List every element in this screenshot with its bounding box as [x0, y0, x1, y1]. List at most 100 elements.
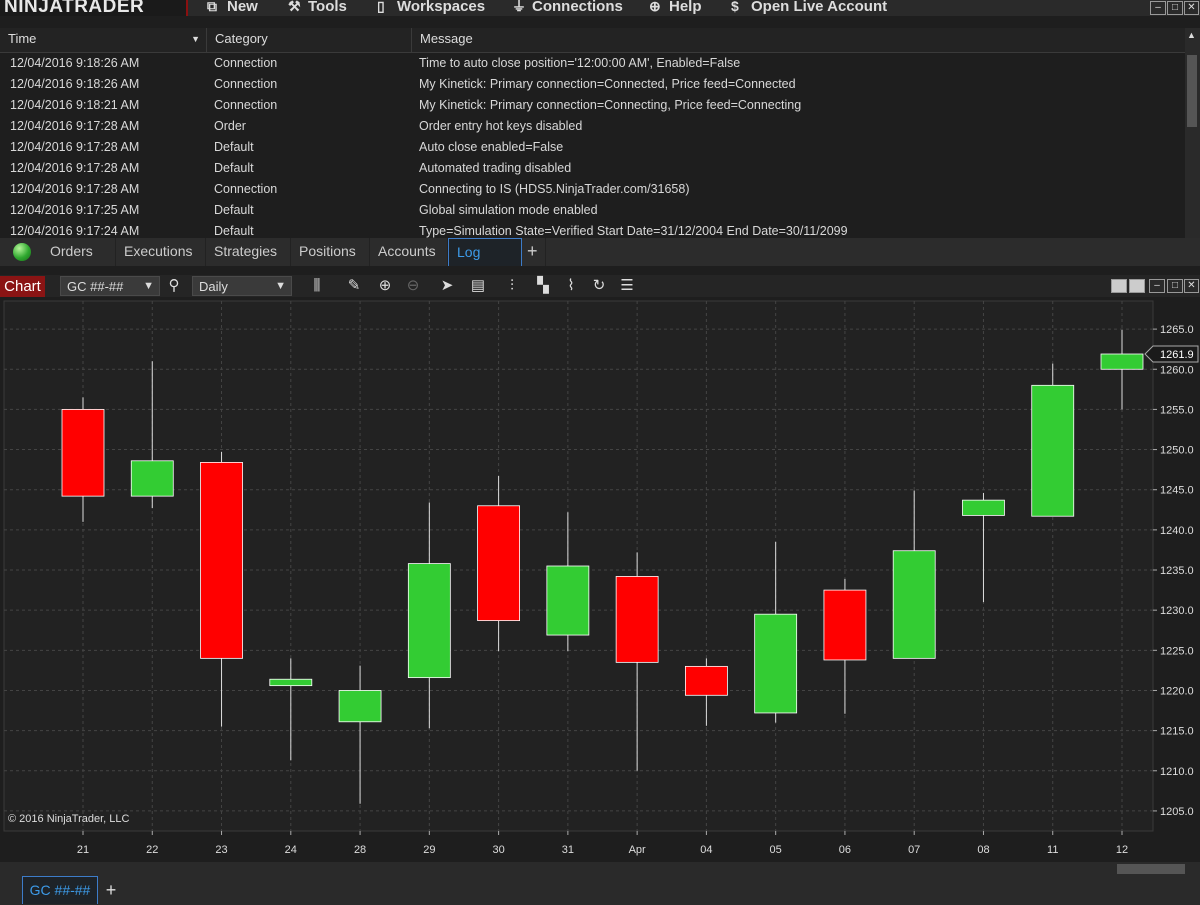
candle-body: [685, 665, 728, 696]
refresh-icon[interactable]: ↻: [590, 277, 608, 295]
chart-maximize-button[interactable]: □: [1167, 279, 1183, 293]
log-message: Auto close enabled=False: [419, 140, 564, 154]
log-category: Connection: [214, 182, 278, 196]
ninjatrader-logo: NINJATRADER: [0, 0, 188, 16]
chart-scroll-thumb[interactable]: [1117, 864, 1185, 874]
zoom-in-icon[interactable]: ⊕: [376, 277, 394, 295]
log-row[interactable]: 12/04/2016 9:17:28 AM Default Automated tr…: [0, 158, 1185, 179]
interval-selector[interactable]: Daily ▼: [192, 276, 292, 296]
tab-positions[interactable]: Positions: [291, 238, 370, 266]
log-row[interactable]: 12/04/2016 9:17:25 AM Default Global simul…: [0, 200, 1185, 221]
scroll-up-icon[interactable]: ▲: [1187, 30, 1197, 40]
y-tick-label: 1265.0: [1160, 324, 1194, 336]
menu-workspaces[interactable]: ▯ Workspaces: [377, 0, 485, 16]
indicators-icon[interactable]: ⫶: [503, 277, 521, 295]
x-tick-label: 24: [285, 844, 297, 856]
x-tick-label: 12: [1116, 844, 1128, 856]
data-box-icon[interactable]: ▤: [469, 277, 487, 295]
log-time: 12/04/2016 9:17:24 AM: [10, 224, 140, 238]
log-row[interactable]: 12/04/2016 9:17:28 AM Default Auto close e…: [0, 137, 1185, 158]
log-time: 12/04/2016 9:17:28 AM: [10, 161, 140, 175]
x-tick-label: 21: [77, 844, 89, 856]
copyright-text: © 2016 NinjaTrader, LLC: [8, 813, 129, 825]
chart-layout-button[interactable]: [1111, 279, 1127, 293]
tab-executions[interactable]: Executions: [116, 238, 206, 266]
menu-new[interactable]: ⧉ New: [207, 0, 258, 16]
chart-style-icon[interactable]: ⫼: [308, 277, 326, 295]
log-time: 12/04/2016 9:18:26 AM: [10, 56, 140, 70]
y-tick-label: 1205.0: [1160, 806, 1194, 818]
log-message: Global simulation mode enabled: [419, 203, 598, 217]
log-category: Connection: [214, 77, 278, 91]
strategies-icon[interactable]: ⌇: [562, 277, 580, 295]
properties-list-icon[interactable]: ☰: [618, 277, 636, 295]
y-tick-label: 1230.0: [1160, 605, 1194, 617]
log-row[interactable]: 12/04/2016 9:18:26 AM Connection Time to a…: [0, 53, 1185, 74]
y-tick-label: 1225.0: [1160, 645, 1194, 657]
x-tick-label: 05: [770, 844, 782, 856]
column-header-time[interactable]: Time ▼: [0, 28, 207, 52]
y-tick-label: 1215.0: [1160, 726, 1194, 738]
log-category: Order: [214, 119, 246, 133]
log-row[interactable]: 12/04/2016 9:18:21 AM Connection My Kineti…: [0, 95, 1185, 116]
candle[interactable]: [1031, 363, 1075, 517]
log-category: Default: [214, 161, 254, 175]
current-price-marker: 1261.9: [1144, 345, 1199, 363]
log-row[interactable]: 12/04/2016 9:17:24 AM Default Type=Simulat…: [0, 221, 1185, 238]
x-tick-label: 06: [839, 844, 851, 856]
log-time: 12/04/2016 9:17:28 AM: [10, 140, 140, 154]
menu-open-live-account[interactable]: $ Open Live Account: [731, 0, 887, 16]
log-grid: Time ▼ Category Message 12/04/2016 9:18:2…: [0, 28, 1185, 238]
log-message: Time to auto close position='12:00:00 AM…: [419, 56, 741, 70]
help-icon: ⊕: [649, 0, 661, 14]
templates-icon[interactable]: ▚: [534, 277, 552, 295]
add-chart-tab-button[interactable]: +: [100, 876, 122, 904]
chart-horizontal-scrollbar[interactable]: [0, 862, 1200, 876]
candle-body: [754, 613, 798, 714]
x-tick-label: 30: [492, 844, 504, 856]
chart-minimize-button[interactable]: –: [1149, 279, 1165, 293]
chart-close-button[interactable]: ✕: [1184, 279, 1199, 293]
log-row[interactable]: 12/04/2016 9:17:28 AM Order Order entry ho…: [0, 116, 1185, 137]
log-header: Time ▼ Category Message: [0, 28, 1185, 53]
column-header-message[interactable]: Message: [412, 28, 1185, 52]
log-scroll-thumb[interactable]: [1187, 55, 1197, 127]
plug-icon: ⏚: [512, 0, 526, 14]
maximize-button[interactable]: □: [1167, 1, 1183, 15]
minimize-button[interactable]: –: [1150, 1, 1166, 15]
menu-connections[interactable]: ⏚ Connections: [512, 0, 623, 16]
tab-accounts[interactable]: Accounts: [370, 238, 448, 266]
x-tick-label: Apr: [629, 844, 646, 856]
zoom-out-icon[interactable]: ⊖: [404, 277, 422, 295]
tab-log[interactable]: Log: [448, 238, 522, 266]
draw-pencil-icon[interactable]: ✎: [345, 277, 363, 295]
add-tab-button[interactable]: +: [522, 238, 546, 266]
x-tick-label: 29: [423, 844, 435, 856]
column-header-category[interactable]: Category: [207, 28, 412, 52]
log-row[interactable]: 12/04/2016 9:17:28 AM Connection Connectin…: [0, 179, 1185, 200]
tab-chart-instrument[interactable]: GC ##-##: [22, 876, 98, 904]
close-button[interactable]: ✕: [1184, 1, 1199, 15]
workspace-icon: ▯: [377, 0, 385, 14]
candlestick-chart[interactable]: 1205.0 1210.0 1215.0 1220.0 1225.0 1230.0 1235…: [0, 297, 1200, 862]
log-row[interactable]: 12/04/2016 9:18:26 AM Connection My Kineti…: [0, 74, 1185, 95]
log-category: Default: [214, 203, 254, 217]
log-time: 12/04/2016 9:17:25 AM: [10, 203, 140, 217]
instrument-selector[interactable]: GC ##-## ▼: [60, 276, 160, 296]
y-tick-label: 1255.0: [1160, 404, 1194, 416]
log-message: My Kinetick: Primary connection=Connecte…: [419, 77, 796, 91]
menu-help[interactable]: ⊕ Help: [649, 0, 702, 16]
chart-layout-button-2[interactable]: [1129, 279, 1145, 293]
chevron-down-icon: ▼: [275, 280, 286, 292]
y-tick-label: 1220.0: [1160, 685, 1194, 697]
tab-orders[interactable]: Orders: [42, 238, 116, 266]
y-tick-label: 1250.0: [1160, 445, 1194, 457]
x-tick-label: 07: [908, 844, 920, 856]
tab-strategies[interactable]: Strategies: [206, 238, 291, 266]
menu-tools[interactable]: ⚒ Tools: [288, 0, 347, 16]
candle-body: [962, 499, 1005, 516]
pointer-icon[interactable]: ➤: [438, 277, 456, 295]
search-icon[interactable]: ⚲: [165, 277, 183, 295]
candle-body: [1100, 353, 1144, 370]
y-tick-label: 1210.0: [1160, 766, 1194, 778]
